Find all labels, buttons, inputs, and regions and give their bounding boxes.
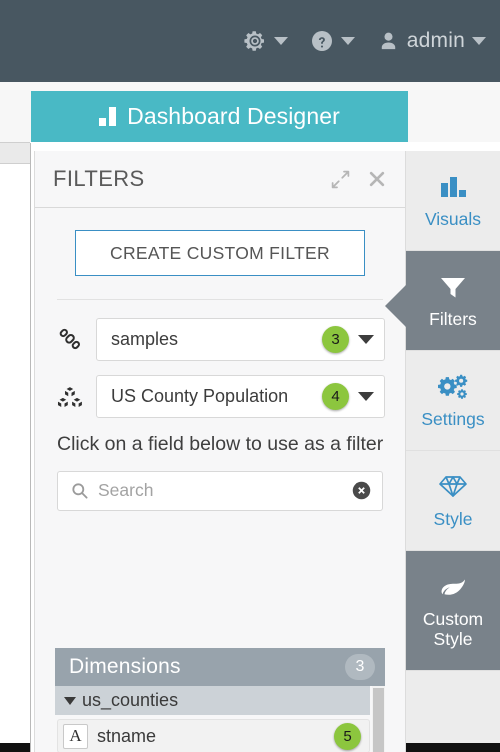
background-left-divider — [30, 143, 31, 752]
text-field-type-icon: A — [63, 723, 88, 749]
question-circle-icon — [310, 29, 334, 53]
gears-icon — [437, 372, 469, 402]
create-custom-filter-button[interactable]: CREATE CUSTOM FILTER — [75, 230, 365, 276]
filters-panel-body: CREATE CUSTOM FILTER samples 3 US County… — [35, 208, 405, 752]
rail-label: Visuals — [424, 208, 482, 229]
connection-select[interactable]: samples 3 — [96, 318, 385, 361]
rail-item-filters[interactable]: Filters — [385, 251, 500, 351]
dimension-group-label: us_counties — [82, 690, 179, 710]
section-divider — [57, 299, 383, 300]
bar-chart-icon — [438, 172, 468, 202]
link-chain-icon — [55, 327, 85, 353]
field-badge: 5 — [334, 722, 361, 750]
connection-caret-icon — [358, 335, 374, 344]
filters-panel: FILTERS CREATE CUSTOM FILTER samples 3 U… — [34, 151, 406, 752]
rail-label: Custom Style — [422, 608, 484, 649]
rail-item-style[interactable]: Style — [406, 451, 500, 551]
bottom-bar-left — [0, 743, 30, 752]
dataset-badge: 4 — [322, 383, 349, 410]
cubes-icon — [55, 383, 85, 411]
help-menu[interactable] — [310, 29, 355, 53]
active-pointer — [385, 285, 406, 327]
settings-caret-icon — [273, 37, 288, 45]
search-input[interactable] — [98, 480, 351, 502]
field-label: stname — [97, 725, 157, 746]
rail-item-custom-style[interactable]: Custom Style — [406, 551, 500, 671]
dimensions-header[interactable]: Dimensions 3 — [55, 648, 385, 686]
user-icon — [377, 30, 400, 53]
gear-icon — [243, 29, 267, 53]
dataset-select[interactable]: US County Population 4 — [96, 375, 385, 418]
dimensions-label: Dimensions — [69, 655, 181, 678]
dataset-value: US County Population — [111, 386, 289, 406]
search-icon — [70, 481, 89, 500]
dimensions-scrollbar[interactable] — [372, 686, 385, 752]
dimensions-list: us_counties A stname 5 A ctyname — [55, 686, 385, 752]
rail-label: Settings — [421, 408, 485, 429]
app-tab-title: Dashboard Designer — [127, 103, 340, 129]
field-search-box[interactable] — [57, 470, 383, 511]
rail-item-settings[interactable]: Settings — [406, 351, 500, 451]
settings-menu[interactable] — [243, 29, 288, 53]
user-name-label: admin — [406, 29, 465, 52]
clear-circle-icon[interactable] — [351, 480, 372, 501]
top-navbar: admin — [0, 0, 500, 82]
help-caret-icon — [340, 37, 355, 45]
expand-arrows-icon[interactable] — [330, 169, 351, 190]
connection-badge: 3 — [322, 326, 349, 353]
field-hint-text: Click on a field below to use as a filte… — [57, 433, 384, 455]
dimensions-section: Dimensions 3 us_counties A stname 5 — [55, 648, 385, 752]
connection-row: samples 3 — [55, 318, 385, 361]
dataset-caret-icon — [358, 392, 374, 401]
user-caret-icon — [472, 37, 486, 45]
leaf-icon — [438, 572, 468, 602]
rail-label: Filters — [429, 308, 477, 329]
gem-icon — [437, 472, 469, 502]
panel-title: FILTERS — [53, 166, 145, 191]
funnel-icon — [439, 272, 467, 302]
rail-label: Style — [433, 508, 473, 529]
bottom-bar-right — [406, 743, 500, 752]
dimension-group-us-counties[interactable]: us_counties — [55, 686, 370, 715]
list-item[interactable]: A stname 5 — [57, 719, 370, 752]
right-rail: Visuals Filters Settings Style Custom St… — [385, 151, 500, 752]
background-left-strip — [0, 82, 34, 752]
app-root: admin Dashboard Designer FILTERS CREATE … — [0, 0, 500, 752]
dimensions-count-badge: 3 — [345, 654, 375, 680]
bar-chart-icon — [99, 107, 117, 126]
rail-item-visuals[interactable]: Visuals — [406, 151, 500, 251]
close-icon[interactable] — [367, 169, 387, 189]
tab-dashboard-designer[interactable]: Dashboard Designer — [31, 91, 408, 142]
scrollbar-thumb[interactable] — [373, 688, 384, 752]
filters-panel-header: FILTERS — [35, 151, 405, 208]
connection-value: samples — [111, 329, 179, 349]
dataset-row: US County Population 4 — [55, 375, 385, 418]
background-tab — [0, 142, 30, 164]
caret-down-icon — [64, 696, 76, 705]
user-menu[interactable]: admin — [377, 29, 486, 53]
